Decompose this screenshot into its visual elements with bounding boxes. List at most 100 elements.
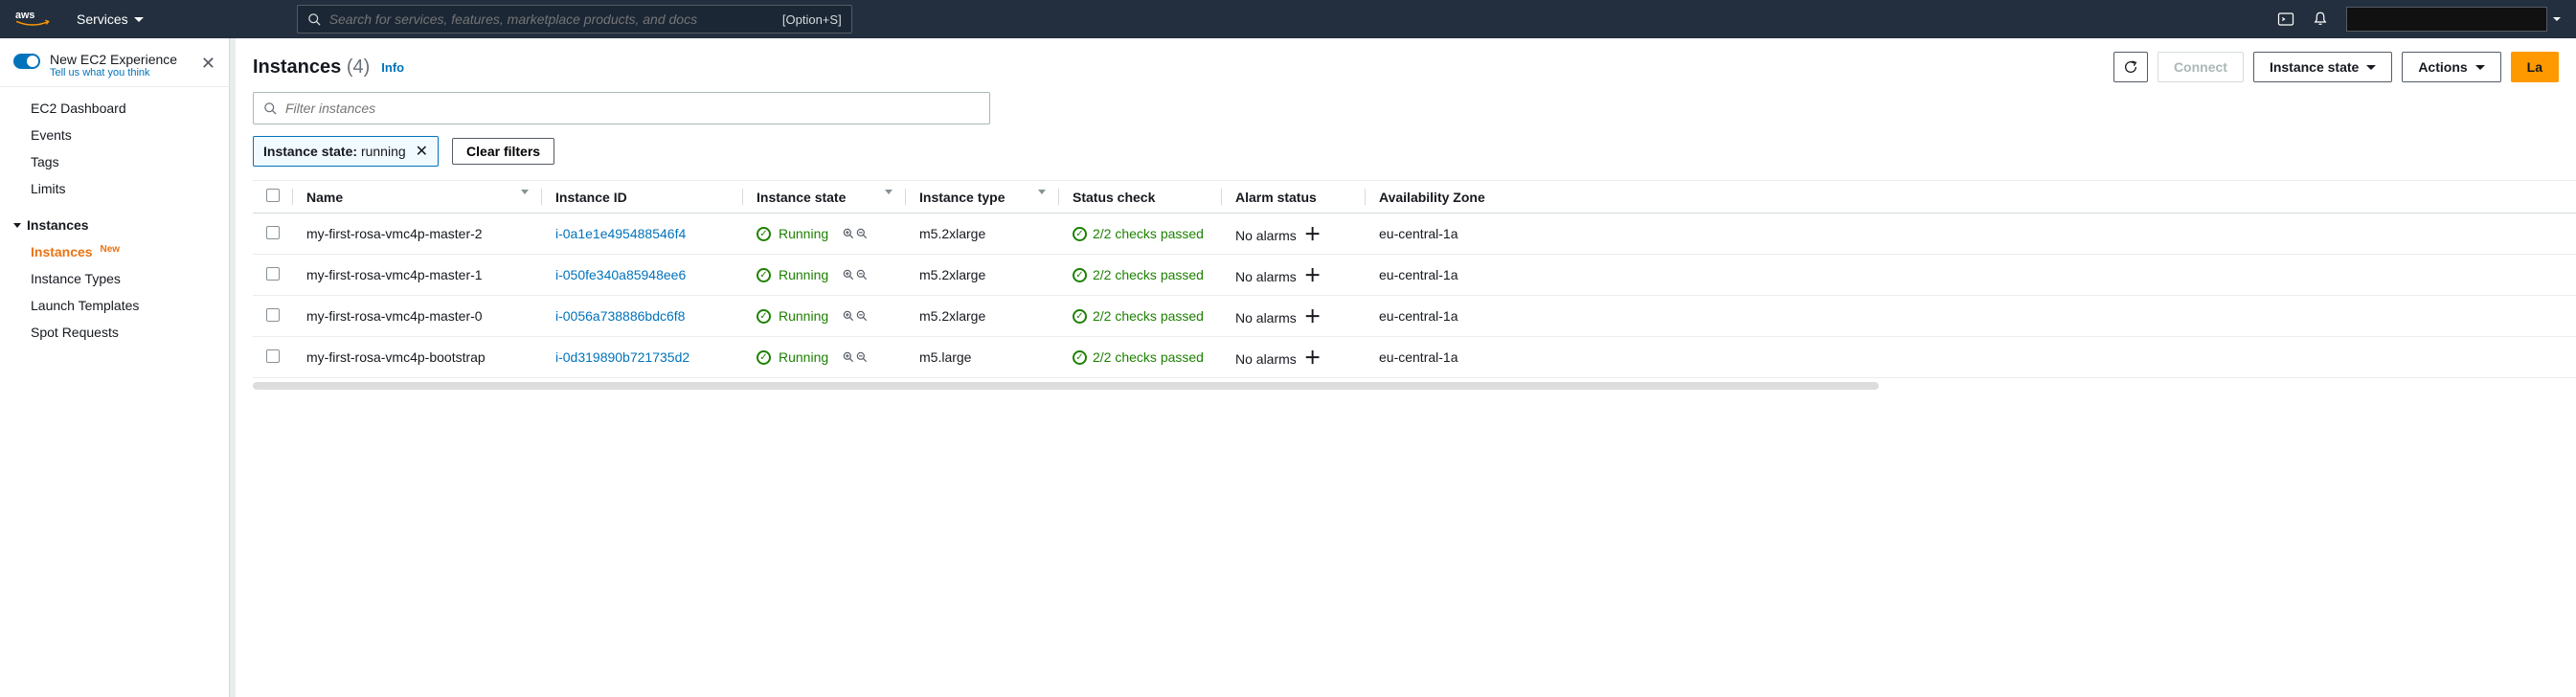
- new-experience-feedback-link[interactable]: Tell us what you think: [50, 67, 177, 79]
- cell-status-check: 2/2 checks passed: [1059, 296, 1222, 337]
- cell-instance-id[interactable]: i-0d319890b721735d2: [542, 337, 743, 378]
- aws-logo[interactable]: aws: [15, 9, 50, 30]
- add-alarm-icon[interactable]: ＋: [1304, 307, 1322, 326]
- cell-availability-zone: eu-central-1a: [1366, 255, 2576, 296]
- search-icon: [263, 101, 278, 116]
- state-label: Running: [779, 349, 828, 365]
- add-alarm-icon[interactable]: ＋: [1304, 348, 1322, 368]
- sidebar-item-limits[interactable]: Limits: [0, 175, 229, 202]
- alarm-label: No alarms: [1235, 310, 1297, 326]
- col-alarm-status[interactable]: Alarm status: [1222, 181, 1366, 214]
- col-name[interactable]: Name: [293, 181, 542, 214]
- cell-instance-type: m5.2xlarge: [906, 255, 1059, 296]
- cell-instance-state: Running: [743, 255, 906, 296]
- add-alarm-icon[interactable]: ＋: [1304, 266, 1322, 285]
- table-row[interactable]: my-first-rosa-vmc4p-master-0 i-0056a7388…: [253, 296, 2576, 337]
- cell-checkbox: [253, 337, 293, 378]
- cell-instance-id[interactable]: i-050fe340a85948ee6: [542, 255, 743, 296]
- check-circle-icon: [757, 227, 771, 241]
- instance-state-button[interactable]: Instance state: [2253, 52, 2392, 82]
- caret-down-icon: [13, 223, 21, 228]
- cell-instance-id[interactable]: i-0a1e1e495488546f4: [542, 214, 743, 255]
- select-all-checkbox[interactable]: [266, 189, 280, 202]
- row-checkbox[interactable]: [266, 308, 280, 322]
- row-checkbox[interactable]: [266, 349, 280, 363]
- chip-value: running: [361, 144, 406, 159]
- table-row[interactable]: my-first-rosa-vmc4p-master-2 i-0a1e1e495…: [253, 214, 2576, 255]
- col-label: Instance ID: [555, 190, 627, 205]
- account-menu[interactable]: [2346, 7, 2547, 32]
- cell-alarm-status: No alarms ＋: [1222, 296, 1366, 337]
- close-icon[interactable]: ✕: [201, 54, 215, 74]
- new-experience-toggle[interactable]: [13, 54, 40, 69]
- global-search-input[interactable]: [329, 11, 773, 27]
- sidebar-item-launch-templates[interactable]: Launch Templates: [0, 292, 229, 319]
- row-checkbox[interactable]: [266, 267, 280, 281]
- close-icon[interactable]: ✕: [416, 142, 428, 161]
- state-details-icon[interactable]: [842, 309, 869, 323]
- filter-instances-input[interactable]: [285, 101, 980, 116]
- state-details-icon[interactable]: [842, 268, 869, 281]
- col-checkbox: [253, 181, 293, 214]
- col-instance-type[interactable]: Instance type: [906, 181, 1059, 214]
- state-details-icon[interactable]: [842, 350, 869, 364]
- cell-checkbox: [253, 214, 293, 255]
- col-label: Status check: [1073, 190, 1155, 205]
- sidebar: New EC2 Experience Tell us what you thin…: [0, 38, 230, 697]
- col-label: Instance state: [757, 190, 846, 205]
- status-label: 2/2 checks passed: [1093, 308, 1204, 324]
- cell-status-check: 2/2 checks passed: [1059, 337, 1222, 378]
- sidebar-item-events[interactable]: Events: [0, 122, 229, 148]
- col-availability-zone[interactable]: Availability Zone: [1366, 181, 2576, 214]
- col-status-check[interactable]: Status check: [1059, 181, 1222, 214]
- bell-icon[interactable]: [2312, 11, 2329, 28]
- actions-button[interactable]: Actions: [2402, 52, 2500, 82]
- main-content: Instances (4) Info Connect Instance stat…: [236, 38, 2576, 697]
- cell-instance-type: m5.2xlarge: [906, 296, 1059, 337]
- sidebar-item-spot-requests[interactable]: Spot Requests: [0, 319, 229, 346]
- col-instance-state[interactable]: Instance state: [743, 181, 906, 214]
- cell-instance-type: m5.large: [906, 337, 1059, 378]
- cell-name: my-first-rosa-vmc4p-master-1: [293, 255, 542, 296]
- sidebar-item-label: Instances: [31, 244, 93, 259]
- row-checkbox[interactable]: [266, 226, 280, 239]
- cell-instance-id[interactable]: i-0056a738886bdc6f8: [542, 296, 743, 337]
- col-instance-id[interactable]: Instance ID: [542, 181, 743, 214]
- table-row[interactable]: my-first-rosa-vmc4p-bootstrap i-0d319890…: [253, 337, 2576, 378]
- launch-instance-button[interactable]: La: [2511, 52, 2559, 82]
- info-link[interactable]: Info: [381, 60, 404, 75]
- topnav-right: [2277, 7, 2561, 32]
- add-alarm-icon[interactable]: ＋: [1304, 225, 1322, 244]
- cloudshell-icon[interactable]: [2277, 11, 2294, 28]
- clear-filters-button[interactable]: Clear filters: [452, 138, 554, 165]
- global-search[interactable]: [Option+S]: [297, 5, 852, 34]
- check-circle-icon: [1073, 227, 1087, 241]
- table-row[interactable]: my-first-rosa-vmc4p-master-1 i-050fe340a…: [253, 255, 2576, 296]
- sidebar-item-instance-types[interactable]: Instance Types: [0, 265, 229, 292]
- connect-button[interactable]: Connect: [2158, 52, 2244, 82]
- cell-alarm-status: No alarms ＋: [1222, 214, 1366, 255]
- new-experience-banner: New EC2 Experience Tell us what you thin…: [0, 38, 229, 87]
- services-menu[interactable]: Services: [77, 11, 144, 27]
- instances-table: Name Instance ID Instance state Instance…: [253, 181, 2576, 378]
- col-label: Instance type: [919, 190, 1005, 205]
- cell-availability-zone: eu-central-1a: [1366, 337, 2576, 378]
- cell-checkbox: [253, 296, 293, 337]
- instance-state-button-label: Instance state: [2270, 59, 2359, 75]
- refresh-button[interactable]: [2113, 52, 2148, 82]
- sidebar-group-instances[interactable]: Instances: [0, 210, 229, 238]
- chip-key: Instance state:: [263, 144, 357, 159]
- filter-chip-instance-state[interactable]: Instance state: running ✕: [253, 136, 439, 167]
- nav-top-section: EC2 Dashboard Events Tags Limits: [0, 87, 229, 210]
- state-details-icon[interactable]: [842, 227, 869, 240]
- check-circle-icon: [1073, 268, 1087, 282]
- alarm-label: No alarms: [1235, 351, 1297, 367]
- sidebar-item-instances[interactable]: Instances New: [0, 238, 229, 265]
- svg-text:aws: aws: [15, 10, 34, 21]
- filter-input-wrap[interactable]: [253, 92, 990, 124]
- horizontal-scrollbar[interactable]: [253, 382, 1879, 390]
- sort-icon: [1038, 190, 1046, 194]
- cell-status-check: 2/2 checks passed: [1059, 255, 1222, 296]
- sidebar-item-tags[interactable]: Tags: [0, 148, 229, 175]
- sidebar-item-ec2-dashboard[interactable]: EC2 Dashboard: [0, 95, 229, 122]
